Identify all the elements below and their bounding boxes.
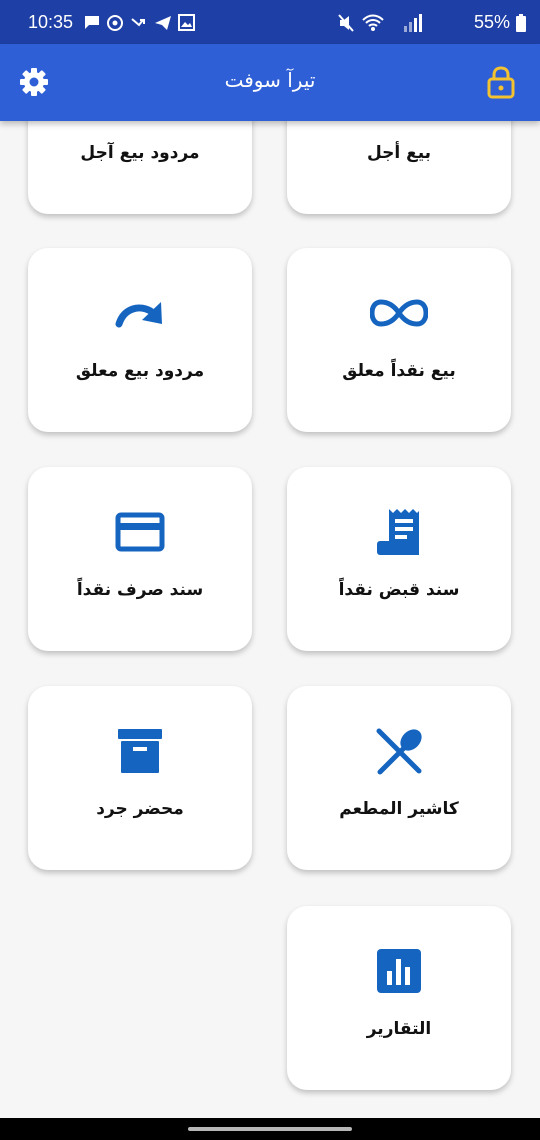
app-bar: تيرآ سوفت bbox=[0, 44, 540, 121]
battery-icon bbox=[516, 14, 526, 32]
tile-label: التقارير bbox=[366, 1019, 432, 1039]
home-gesture-handle[interactable] bbox=[188, 1127, 352, 1131]
restaurant-icon bbox=[287, 726, 511, 776]
whatsapp-icon bbox=[107, 15, 123, 31]
image-icon bbox=[178, 14, 195, 31]
lock-icon bbox=[487, 66, 515, 99]
message-icon bbox=[85, 16, 99, 29]
tile-label: بيع أجل bbox=[366, 143, 432, 163]
bar-chart-icon bbox=[287, 946, 511, 996]
tile-reports[interactable]: التقارير bbox=[287, 906, 511, 1090]
tile-label: مردود بيع معلق bbox=[75, 361, 205, 381]
menu-grid: بيع أجل مردود بيع آجل بيع نقداً معلق مرد… bbox=[0, 0, 540, 1140]
tile-label: محضر جرد bbox=[96, 799, 184, 819]
tile-label: مردود بيع آجل bbox=[80, 143, 200, 163]
system-icons bbox=[338, 13, 422, 33]
tile-label: سند قبض نقداً bbox=[338, 580, 460, 600]
credit-card-icon bbox=[28, 507, 252, 557]
navigation-bar bbox=[0, 1118, 540, 1140]
wifi-icon bbox=[362, 14, 384, 31]
tile-cash-sale-pending[interactable]: بيع نقداً معلق bbox=[287, 248, 511, 432]
battery-percent: 55% bbox=[473, 12, 510, 32]
tile-cash-payment-voucher[interactable]: سند صرف نقداً bbox=[28, 467, 252, 651]
tile-cash-receipt-voucher[interactable]: سند قبض نقداً bbox=[287, 467, 511, 651]
missed-call-icon bbox=[131, 18, 145, 27]
tile-label: سند صرف نقداً bbox=[76, 580, 204, 600]
infinity-icon bbox=[287, 288, 511, 338]
signal-icon bbox=[404, 14, 422, 32]
receipt-icon bbox=[287, 507, 511, 557]
mute-icon bbox=[338, 14, 354, 32]
tile-pending-sale-return[interactable]: مردود بيع معلق bbox=[28, 248, 252, 432]
archive-box-icon bbox=[28, 726, 252, 776]
status-bar: 10:35 55% bbox=[0, 0, 540, 44]
tile-label: كاشير المطعم bbox=[339, 799, 459, 819]
status-time: 10:35 bbox=[28, 12, 74, 32]
tile-label: بيع نقداً معلق bbox=[342, 361, 456, 381]
tile-restaurant-cashier[interactable]: كاشير المطعم bbox=[287, 686, 511, 870]
app-title: تيرآ سوفت bbox=[224, 68, 316, 92]
telegram-icon bbox=[155, 16, 171, 30]
notification-icons bbox=[84, 14, 195, 32]
lock-button[interactable] bbox=[486, 65, 516, 99]
tile-inventory-count[interactable]: محضر جرد bbox=[28, 686, 252, 870]
redo-arrow-icon bbox=[28, 288, 252, 338]
